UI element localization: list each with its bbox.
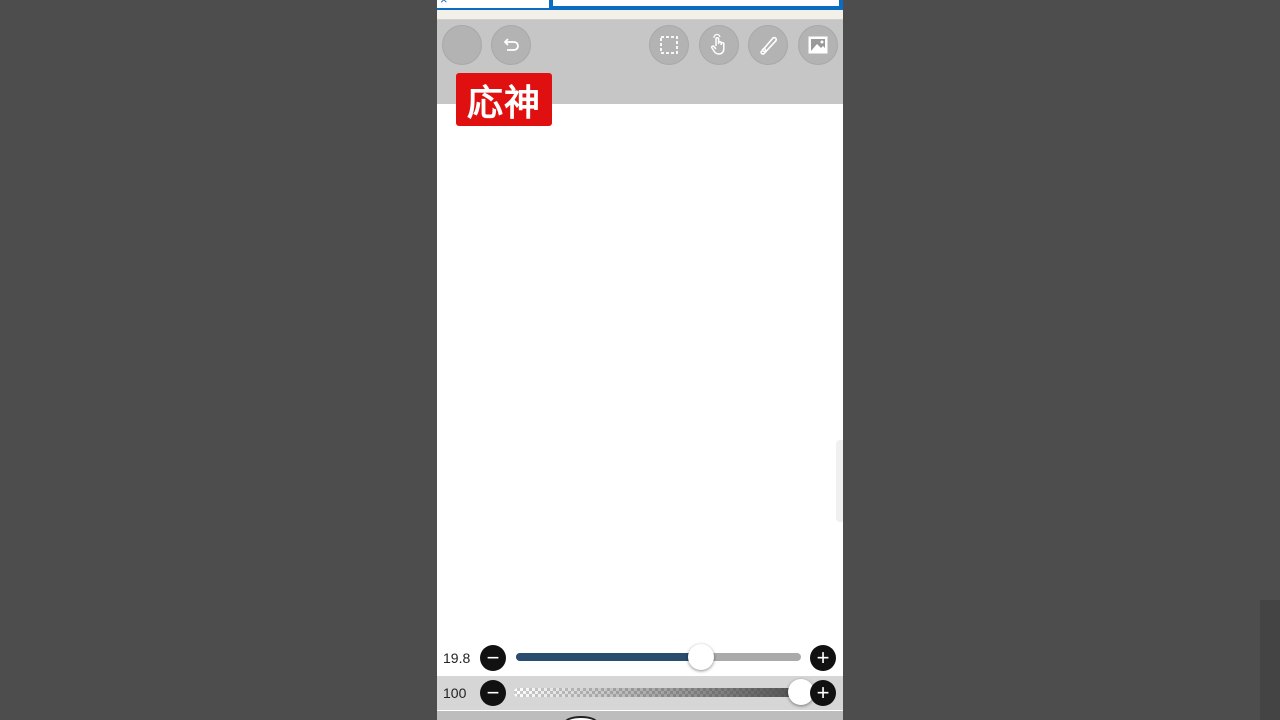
brush-size-fill bbox=[516, 653, 702, 661]
brush-size-decrease-button[interactable]: − bbox=[480, 645, 506, 671]
ruler-button[interactable] bbox=[748, 25, 788, 65]
hand-icon bbox=[711, 33, 725, 55]
hand-button[interactable] bbox=[699, 25, 739, 65]
bottom-toolbar bbox=[437, 711, 843, 720]
opacity-decrease-button[interactable]: − bbox=[480, 680, 506, 706]
selection-button[interactable] bbox=[649, 25, 689, 65]
ad-left-panel: × bbox=[437, 0, 549, 8]
ruler-icon bbox=[760, 36, 777, 55]
drawing-canvas[interactable] bbox=[437, 104, 843, 642]
redo-button[interactable] bbox=[491, 25, 531, 65]
undo-button[interactable] bbox=[442, 25, 482, 65]
material-button[interactable] bbox=[798, 25, 838, 65]
close-icon[interactable]: × bbox=[440, 0, 448, 7]
brush-size-row: 19.8 − + bbox=[437, 641, 843, 675]
opacity-increase-button[interactable]: + bbox=[810, 680, 836, 706]
overlay-label: 応神 bbox=[456, 73, 552, 126]
image-icon bbox=[808, 36, 828, 54]
selection-icon bbox=[660, 36, 678, 54]
redo-icon bbox=[503, 38, 519, 51]
app-window: × bbox=[437, 0, 843, 720]
brush-size-slider[interactable] bbox=[516, 653, 801, 661]
opacity-row: 100 − + bbox=[437, 676, 843, 710]
opacity-slider[interactable] bbox=[514, 688, 801, 697]
brush-size-knob[interactable] bbox=[688, 644, 715, 670]
brush-size-value: 19.8 bbox=[443, 650, 471, 666]
background-panel bbox=[1260, 600, 1280, 720]
brush-size-increase-button[interactable]: + bbox=[810, 645, 836, 671]
ad-right-panel bbox=[553, 0, 839, 6]
opacity-value: 100 bbox=[443, 685, 467, 701]
status-strip bbox=[437, 10, 843, 20]
side-panel-tab[interactable] bbox=[836, 440, 843, 522]
ad-banner[interactable]: × bbox=[437, 0, 843, 10]
